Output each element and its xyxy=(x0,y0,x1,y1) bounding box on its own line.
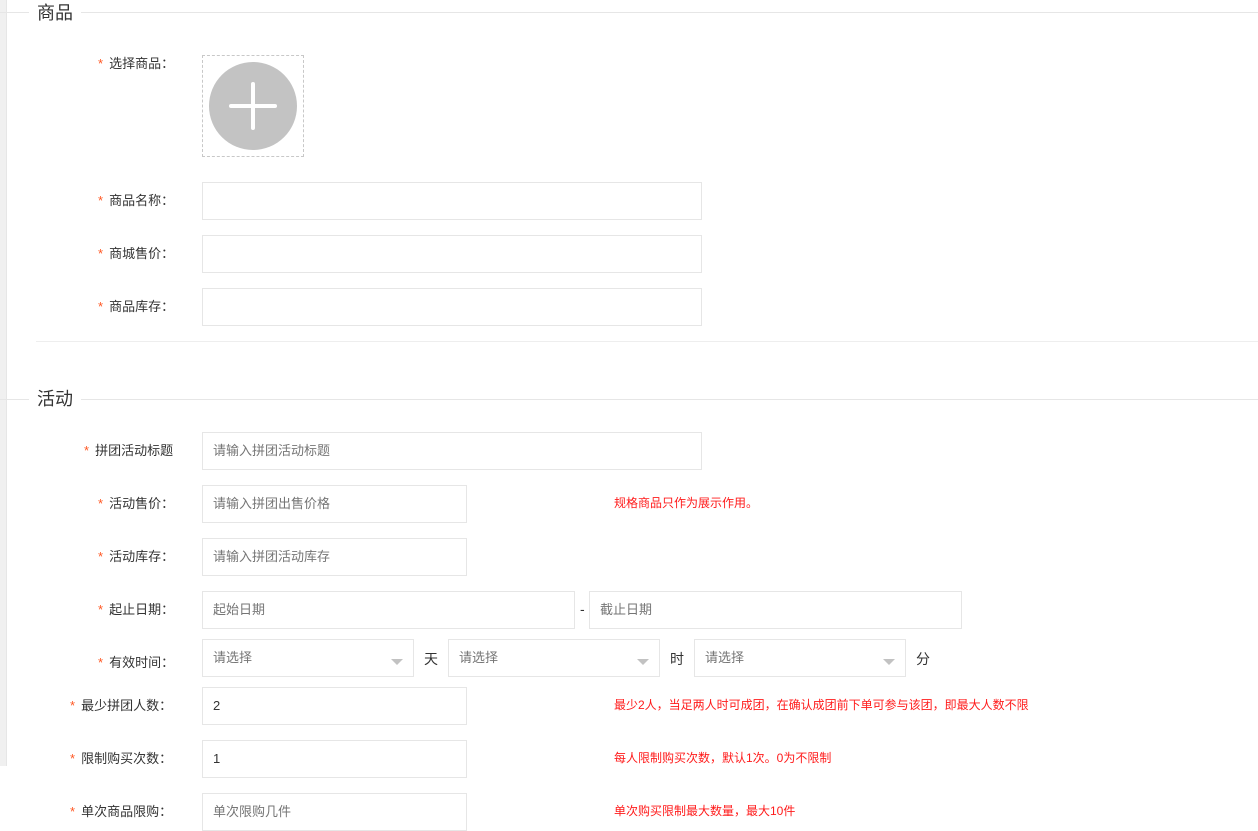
purchase-limit-tip: 每人限制购买次数，默认1次。0为不限制 xyxy=(614,751,832,765)
start-date-input[interactable]: 起始日期 xyxy=(202,591,575,629)
required-mark: * xyxy=(98,193,104,208)
hour-select[interactable]: 请选择 xyxy=(448,639,660,677)
group-title-label: * 拼团活动标题 xyxy=(84,443,174,458)
start-date-placeholder: 起始日期 xyxy=(213,602,266,617)
product-name-label: * 商品名称： xyxy=(98,193,175,208)
required-mark: * xyxy=(98,655,104,670)
end-date-input[interactable]: 截止日期 xyxy=(589,591,962,629)
group-title-input[interactable]: 请输入拼团活动标题 xyxy=(202,432,702,470)
day-select-placeholder: 请选择 xyxy=(213,650,253,665)
activity-section-divider xyxy=(0,399,1258,400)
product-name-input[interactable] xyxy=(202,182,702,220)
hour-unit: 时 xyxy=(670,651,684,667)
group-title-placeholder: 请输入拼团活动标题 xyxy=(213,443,331,458)
required-mark: * xyxy=(98,56,104,71)
activity-price-label: * 活动售价： xyxy=(98,496,175,511)
required-mark: * xyxy=(70,751,76,766)
min-people-input[interactable]: 2 xyxy=(202,687,467,725)
single-limit-label: * 单次商品限购： xyxy=(70,804,173,819)
chevron-down-icon xyxy=(391,659,403,665)
activity-price-input[interactable]: 请输入拼团出售价格 xyxy=(202,485,467,523)
required-mark: * xyxy=(70,698,76,713)
minute-unit: 分 xyxy=(916,651,930,667)
hour-select-placeholder: 请选择 xyxy=(459,650,499,665)
required-mark: * xyxy=(98,299,104,314)
single-limit-input[interactable]: 单次限购几件 xyxy=(202,793,467,831)
required-mark: * xyxy=(98,602,104,617)
activity-stock-label: * 活动库存： xyxy=(98,549,175,564)
product-upload-button[interactable] xyxy=(202,55,304,157)
mall-price-label: * 商城售价： xyxy=(98,246,175,261)
activity-section-legend: 活动 xyxy=(29,387,81,411)
single-limit-placeholder: 单次限购几件 xyxy=(213,804,292,819)
date-separator: - xyxy=(580,601,585,617)
min-people-tip: 最少2人，当足两人时可成团，在确认成团前下单可参与该团，即最大人数不限 xyxy=(614,698,1029,712)
chevron-down-icon xyxy=(637,659,649,665)
purchase-limit-label: * 限制购买次数： xyxy=(70,751,173,766)
required-mark: * xyxy=(70,804,76,819)
day-select[interactable]: 请选择 xyxy=(202,639,414,677)
activity-price-placeholder: 请输入拼团出售价格 xyxy=(213,496,331,511)
purchase-limit-input[interactable]: 1 xyxy=(202,740,467,778)
single-limit-tip: 单次购买限制最大数量，最大10件 xyxy=(614,804,796,818)
select-product-label: * 选择商品： xyxy=(98,56,175,71)
minute-select-placeholder: 请选择 xyxy=(705,650,745,665)
required-mark: * xyxy=(98,496,104,511)
chevron-down-icon xyxy=(883,659,895,665)
minute-select[interactable]: 请选择 xyxy=(694,639,906,677)
valid-time-label: * 有效时间： xyxy=(98,655,175,670)
required-mark: * xyxy=(98,549,104,564)
activity-stock-input[interactable]: 请输入拼团活动库存 xyxy=(202,538,467,576)
required-mark: * xyxy=(84,443,90,458)
required-mark: * xyxy=(98,246,104,261)
activity-price-tip: 规格商品只作为展示作用。 xyxy=(614,496,759,510)
plus-icon xyxy=(209,62,297,150)
product-stock-label: * 商品库存： xyxy=(98,299,175,314)
day-unit: 天 xyxy=(424,651,438,667)
min-people-label: * 最少拼团人数： xyxy=(70,698,173,713)
end-date-placeholder: 截止日期 xyxy=(600,602,653,617)
product-stock-input[interactable] xyxy=(202,288,702,326)
page-scrollbar[interactable] xyxy=(0,0,7,766)
mall-price-input[interactable] xyxy=(202,235,702,273)
date-range-label: * 起止日期： xyxy=(98,602,175,617)
activity-stock-placeholder: 请输入拼团活动库存 xyxy=(213,549,331,564)
